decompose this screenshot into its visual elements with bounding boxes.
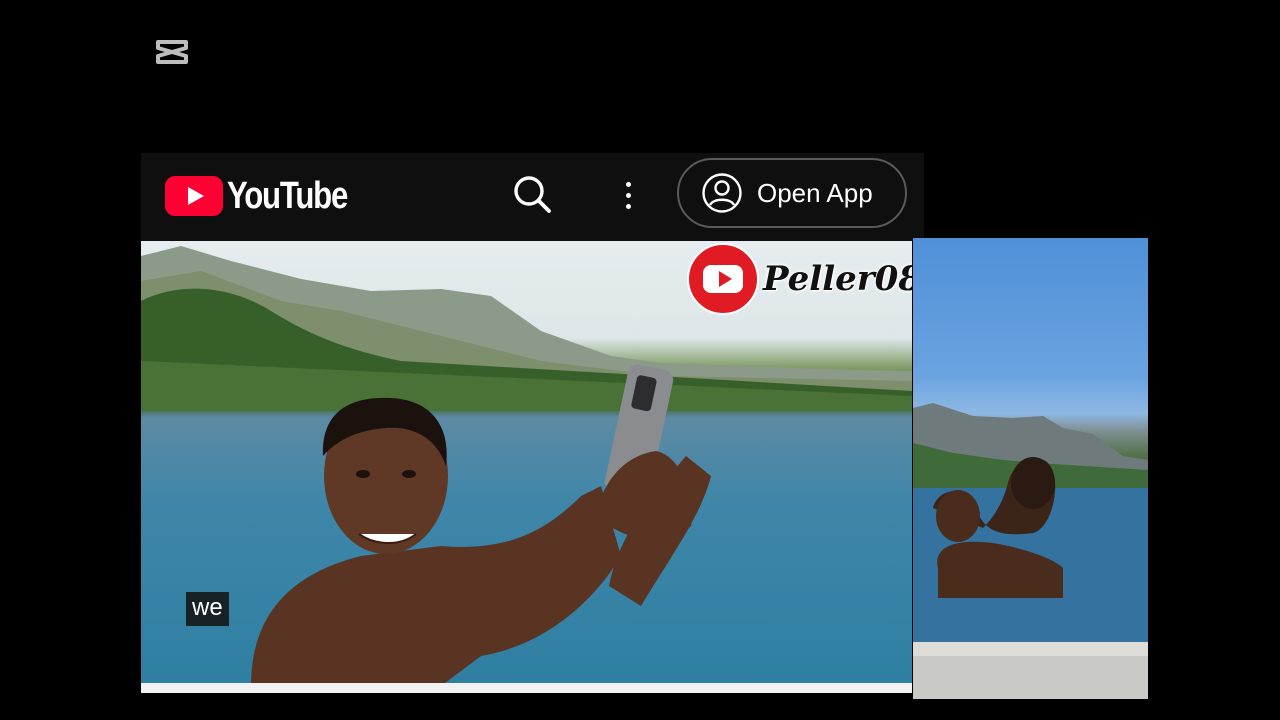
youtube-play-icon	[165, 176, 223, 216]
more-vert-dot	[625, 192, 631, 198]
side-video-thumbnail[interactable]	[913, 238, 1148, 699]
capcut-icon	[156, 40, 188, 64]
youtube-play-icon	[687, 243, 759, 315]
open-app-button[interactable]: Open App	[677, 158, 907, 228]
more-options-button[interactable]	[614, 175, 642, 215]
youtube-logo[interactable]: YouTube	[165, 175, 373, 217]
open-app-label: Open App	[757, 177, 873, 208]
main-video[interactable]: Peller08	[141, 241, 912, 683]
more-vert-dot	[625, 203, 631, 209]
youtube-header: YouTube Open App	[141, 153, 924, 241]
account-circle-icon	[702, 173, 742, 213]
thumbnail-scene	[913, 403, 1148, 653]
search-button[interactable]	[511, 173, 555, 217]
person-selfie	[251, 364, 711, 683]
youtube-wordmark: YouTube	[227, 174, 348, 217]
watermark-text: Peller08	[763, 259, 912, 299]
more-vert-icon	[625, 181, 631, 187]
video-progress-bar[interactable]	[141, 683, 912, 693]
subtitle-caption: we	[186, 592, 229, 626]
channel-watermark: Peller08	[687, 243, 912, 315]
pool-deck	[913, 642, 1148, 699]
search-icon	[514, 176, 551, 213]
